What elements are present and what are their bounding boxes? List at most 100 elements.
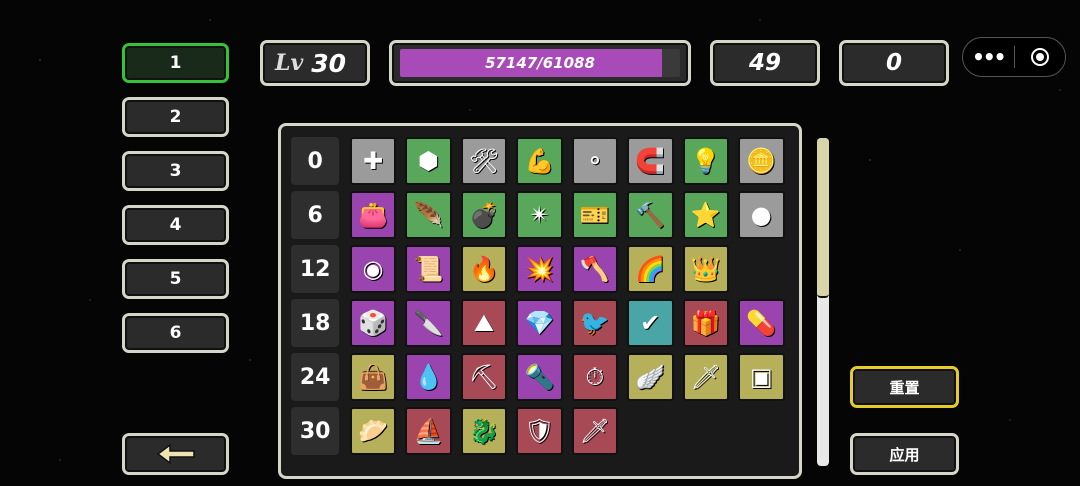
purple-pills-icon: 💊 [746, 309, 777, 337]
loadout-slot-5[interactable]: 5 [122, 259, 229, 299]
item-cell[interactable]: 🛠 [460, 137, 508, 185]
item-cell[interactable]: 👜 [349, 353, 397, 401]
item-cell[interactable]: 🛡 [516, 407, 563, 455]
item-cell[interactable]: 💊 [738, 299, 785, 347]
gold-coin-icon: ● [750, 201, 772, 229]
item-cell[interactable]: ⬢ [405, 137, 452, 185]
gold-nuggets-icon: 🥟 [358, 417, 388, 445]
item-cell[interactable]: 🪓 [571, 245, 619, 293]
item-cell[interactable]: ◉ [349, 245, 397, 293]
item-cell[interactable]: 🗡 [682, 353, 730, 401]
scroll-creature-icon: 📜 [413, 255, 444, 283]
crossed-knives-icon: 🔪 [413, 309, 444, 337]
exploding-card-icon: 💥 [524, 255, 555, 283]
coins-icon: ⚬ [584, 147, 605, 175]
item-cell[interactable]: 🔦 [516, 353, 563, 401]
item-cell[interactable]: 🗡 [571, 407, 619, 455]
experience-text: 57147/61088 [485, 54, 595, 72]
item-cell[interactable]: 👑 [682, 245, 730, 293]
item-cell[interactable]: ▣ [738, 353, 785, 401]
grid-row: 18 🎲 🔪 ⛰ 💎 🐦 ✔ 🎁 💊 [291, 296, 789, 350]
loadout-slot-6[interactable]: 6 [122, 313, 229, 353]
item-cell[interactable]: 🥟 [349, 407, 397, 455]
item-cell[interactable]: ✚ [349, 137, 397, 185]
item-cell[interactable]: 👛 [349, 191, 397, 239]
experience-bar: 57147/61088 [389, 40, 691, 86]
item-cell[interactable]: ✔ [627, 299, 674, 347]
loadout-slot-4[interactable]: 4 [122, 205, 229, 245]
row-level-label: 18 [291, 299, 340, 347]
bloody-hammer-icon: 🔨 [635, 201, 666, 229]
item-cell[interactable]: 🔪 [405, 299, 452, 347]
item-cell[interactable]: 🎫 [571, 191, 619, 239]
item-cell[interactable]: 🐦 [571, 299, 619, 347]
ticket-icon: 🎫 [579, 201, 610, 229]
stat-counter-b: 0 [839, 40, 949, 86]
grid-row: 0 ✚ ⬢ 🛠 💪 ⚬ 🧲 💡 🪙 [291, 134, 789, 188]
grid-row: 24 👜 💧 ⛏ 🔦 ⏱ 🪽 🗡 ▣ [291, 350, 789, 404]
item-cell[interactable]: ⚬ [571, 137, 619, 185]
treasure-chest-icon: 🎁 [690, 309, 721, 337]
item-cell[interactable]: 🧲 [627, 137, 674, 185]
reset-button[interactable]: 重置 [850, 366, 959, 408]
grid-row: 12 ◉ 📜 🔥 💥 🪓 🌈 👑 [291, 242, 789, 296]
loadout-slot-3[interactable]: 3 [122, 151, 229, 191]
amulet-bag-icon: 👜 [358, 363, 388, 391]
item-cell[interactable]: 🌈 [627, 245, 674, 293]
item-cell[interactable]: 💡 [682, 137, 730, 185]
coin-stacks-icon: 🪙 [746, 147, 777, 175]
rainbow-icon: 🌈 [635, 255, 666, 283]
item-cell[interactable]: ⏱ [571, 353, 619, 401]
item-cell[interactable]: 💪 [516, 137, 563, 185]
axe-icon: 🪓 [579, 255, 610, 283]
magnet-icon: 🧲 [635, 147, 666, 175]
tool-bag-icon: 🛠 [468, 147, 500, 175]
target-circle-icon [1030, 48, 1049, 66]
item-cell[interactable]: 💧 [405, 353, 452, 401]
flaming-boots-icon: 🔥 [468, 255, 499, 283]
wallet-icon: 👛 [358, 201, 388, 229]
loadout-slot-2[interactable]: 2 [122, 97, 229, 137]
item-cell[interactable]: 🎁 [682, 299, 730, 347]
item-cell[interactable]: ⛰ [460, 299, 508, 347]
item-cell[interactable]: ⭐ [682, 191, 730, 239]
empty-item-cell [738, 245, 784, 293]
back-button[interactable] [122, 433, 229, 475]
item-cell[interactable]: 💎 [516, 299, 563, 347]
square-frame-icon: ▣ [749, 363, 773, 391]
stone-anvil-icon: ⛰ [473, 309, 495, 337]
item-cell[interactable]: 💣 [460, 191, 508, 239]
item-cell[interactable]: ⛏ [460, 353, 508, 401]
grid-row: 30 🥟 ⛵ 🐉 🛡 🗡 [291, 404, 789, 458]
mini-program-capsule: ••• [962, 37, 1066, 77]
left-arrow-icon [156, 443, 195, 465]
item-cell[interactable]: ✴ [516, 191, 563, 239]
item-cell[interactable]: 🐉 [460, 407, 508, 455]
close-target-button[interactable] [1015, 38, 1066, 76]
grid-scrollbar-thumb[interactable] [817, 138, 829, 298]
level-label: Lv [275, 50, 304, 76]
more-menu-button[interactable]: ••• [963, 38, 1014, 76]
item-cell[interactable]: 🪙 [738, 137, 785, 185]
feather-icon: 🪶 [413, 201, 444, 229]
pickaxe-icon: ⛏ [468, 363, 500, 391]
item-cell[interactable]: 📜 [405, 245, 452, 293]
item-cell[interactable]: ⛵ [405, 407, 452, 455]
item-cell[interactable]: 🔨 [627, 191, 674, 239]
empty-item-cell [627, 407, 673, 455]
item-cell[interactable]: 💥 [516, 245, 563, 293]
dice-coins-icon: 🎲 [358, 309, 388, 337]
item-cell[interactable]: 🔥 [460, 245, 508, 293]
apply-button[interactable]: 应用 [850, 433, 959, 475]
row-level-label: 30 [291, 407, 340, 455]
item-cell[interactable]: 🪶 [405, 191, 452, 239]
experience-track: 57147/61088 [400, 49, 680, 77]
item-cell[interactable]: 🎲 [349, 299, 397, 347]
level-value: 30 [311, 48, 347, 78]
grid-scrollbar[interactable] [817, 138, 829, 466]
torch-icon: 🔦 [524, 363, 555, 391]
light-bulb-icon: 💡 [690, 147, 721, 175]
loadout-slot-1[interactable]: 1 [122, 43, 229, 83]
item-cell[interactable]: 🪽 [627, 353, 674, 401]
item-cell[interactable]: ● [738, 191, 785, 239]
